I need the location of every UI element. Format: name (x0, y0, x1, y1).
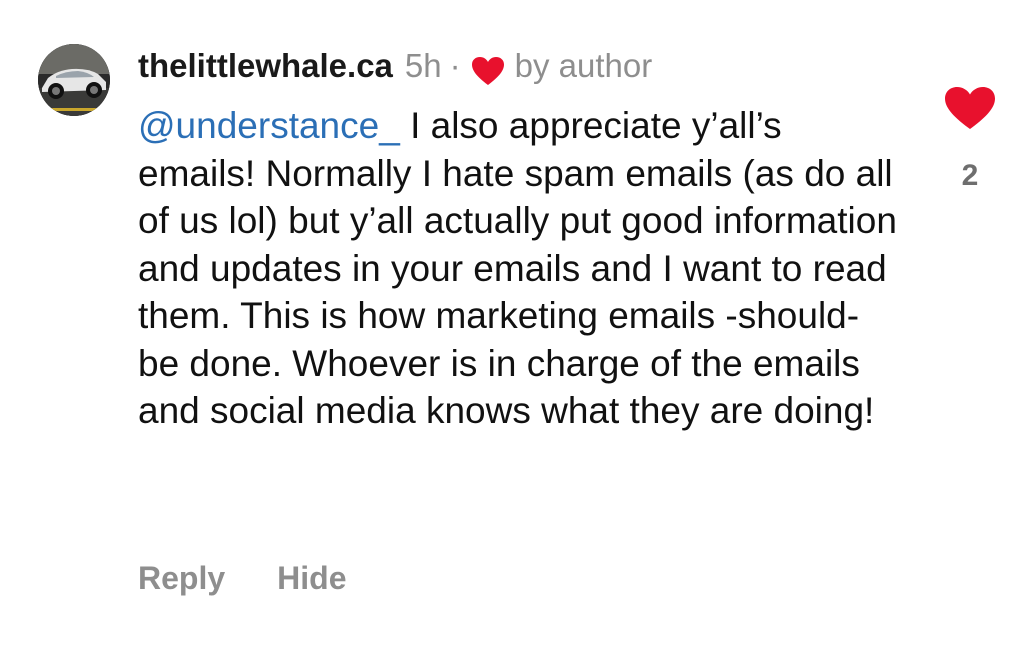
liked-by-author-label: by author (514, 47, 653, 84)
mention-link[interactable]: @understance_ (138, 105, 400, 146)
comment: thelittlewhale.ca 5h · by author @unders… (0, 0, 1033, 656)
comment-content: thelittlewhale.ca 5h · by author @unders… (138, 44, 918, 435)
comment-body: I also appreciate y’all’s emails! Normal… (138, 105, 897, 431)
comment-text: @understance_ I also appreciate y’all’s … (138, 102, 898, 435)
car-photo (38, 44, 110, 116)
like-count[interactable]: 2 (944, 158, 996, 194)
heart-icon[interactable] (944, 86, 996, 130)
username[interactable]: thelittlewhale.ca (138, 44, 393, 88)
heart-icon (471, 53, 505, 85)
comment-actions: Reply Hide (138, 556, 346, 600)
hide-button[interactable]: Hide (277, 556, 346, 600)
avatar[interactable] (38, 44, 110, 116)
like-column: 2 (944, 86, 996, 194)
comment-header: thelittlewhale.ca 5h · by author (138, 44, 918, 88)
separator-dot: · (449, 47, 461, 84)
timestamp: 5h (404, 47, 442, 84)
reply-button[interactable]: Reply (138, 556, 225, 600)
